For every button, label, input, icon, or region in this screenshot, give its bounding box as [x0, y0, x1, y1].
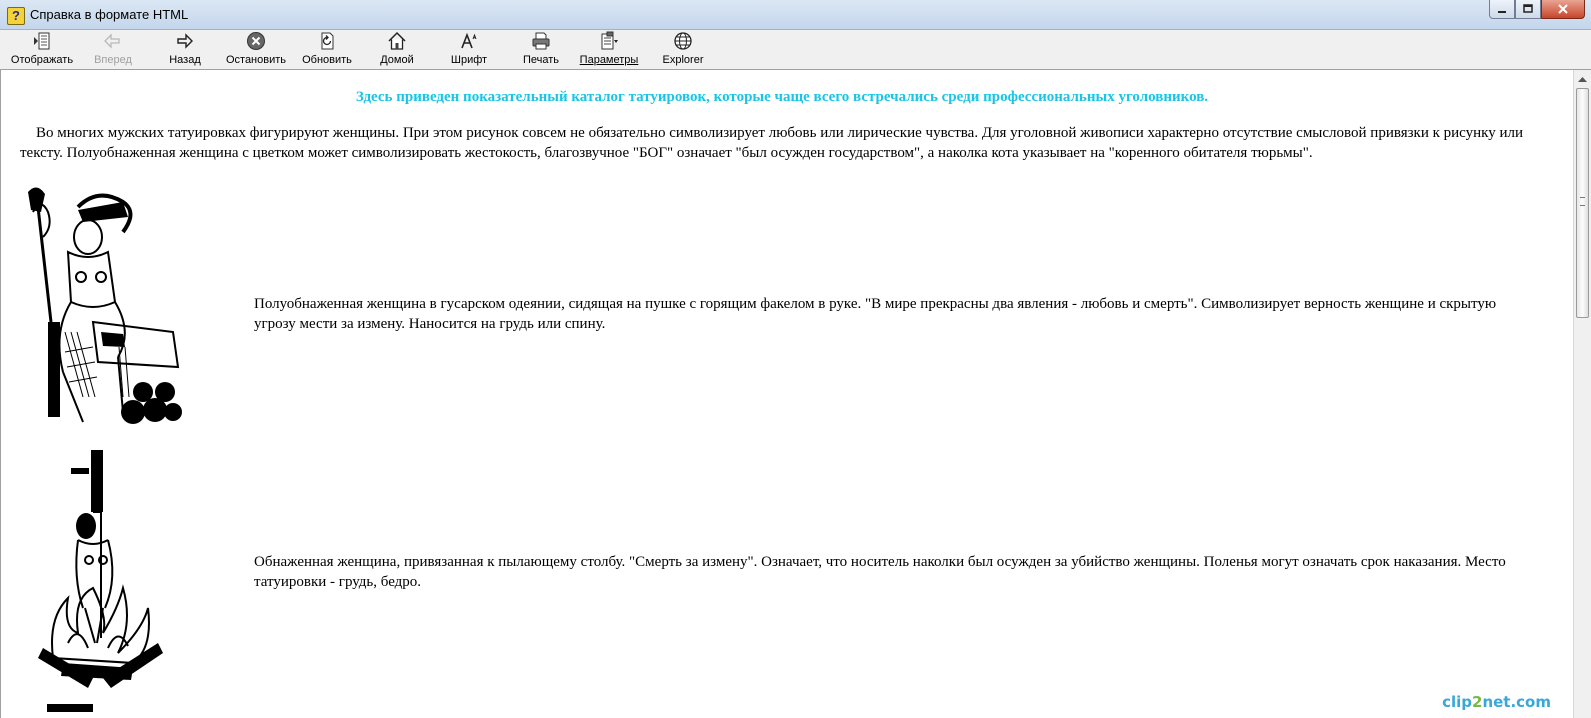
minimize-button[interactable] [1489, 0, 1515, 19]
home-button[interactable]: Домой [370, 31, 424, 69]
explorer-globe-icon [674, 32, 692, 50]
scroll-up-button[interactable] [1574, 70, 1591, 87]
intro-paragraph: Во многих мужских татуировках фигурируют… [20, 125, 1524, 161]
chevron-up-icon [1578, 76, 1587, 82]
window-title: Справка в формате HTML [30, 7, 189, 22]
vertical-scrollbar[interactable] [1573, 70, 1591, 718]
scrollbar-thumb[interactable] [1576, 88, 1589, 318]
help-question-icon[interactable]: ? [7, 7, 25, 25]
explorer-button[interactable]: Explorer [656, 31, 710, 69]
tattoo-description-2: Обнаженная женщина, привязанная к пылающ… [254, 554, 1506, 590]
show-pane-button[interactable]: Отображать [8, 31, 76, 69]
stop-button[interactable]: Остановить [222, 31, 290, 69]
forward-button[interactable]: Вперед [88, 31, 138, 69]
options-icon [601, 31, 618, 50]
arrow-right-icon [177, 33, 193, 49]
options-button[interactable]: Параметры [576, 31, 642, 69]
tattoo-description-1: Полуобнаженная женщина в гусарском одеян… [254, 296, 1497, 332]
maximize-icon [1523, 4, 1533, 13]
font-button[interactable]: Шрифт [442, 31, 496, 69]
window-controls [1489, 0, 1585, 20]
printer-icon [532, 32, 550, 50]
maximize-button[interactable] [1515, 0, 1541, 19]
home-icon [388, 31, 406, 50]
tattoo-woman-at-stake-image [38, 450, 163, 688]
arrow-left-icon [104, 33, 120, 49]
show-hide-pane-icon [34, 32, 50, 50]
tattoo-woman-on-cannon-image [28, 187, 182, 424]
stop-icon [247, 32, 265, 50]
help-content-pane: Здесь приведен показательный каталог тат… [0, 70, 1573, 718]
minimize-icon [1498, 11, 1506, 13]
close-button[interactable] [1541, 0, 1585, 19]
clip2net-watermark: clip2net.com [1442, 693, 1551, 711]
page-heading: Здесь приведен показательный каталог тат… [355, 89, 1209, 105]
back-button[interactable]: Назад [160, 31, 210, 69]
title-bar: ? Справка в формате HTML [0, 0, 1591, 30]
refresh-button[interactable]: Обновить [296, 31, 358, 69]
font-icon [461, 32, 477, 49]
next-tattoo-image-partial [47, 704, 93, 712]
refresh-icon [321, 32, 334, 50]
print-button[interactable]: Печать [514, 31, 568, 69]
close-icon [1558, 4, 1568, 14]
toolbar: Отображать Вперед Назад Остановить Обнов… [0, 30, 1591, 70]
